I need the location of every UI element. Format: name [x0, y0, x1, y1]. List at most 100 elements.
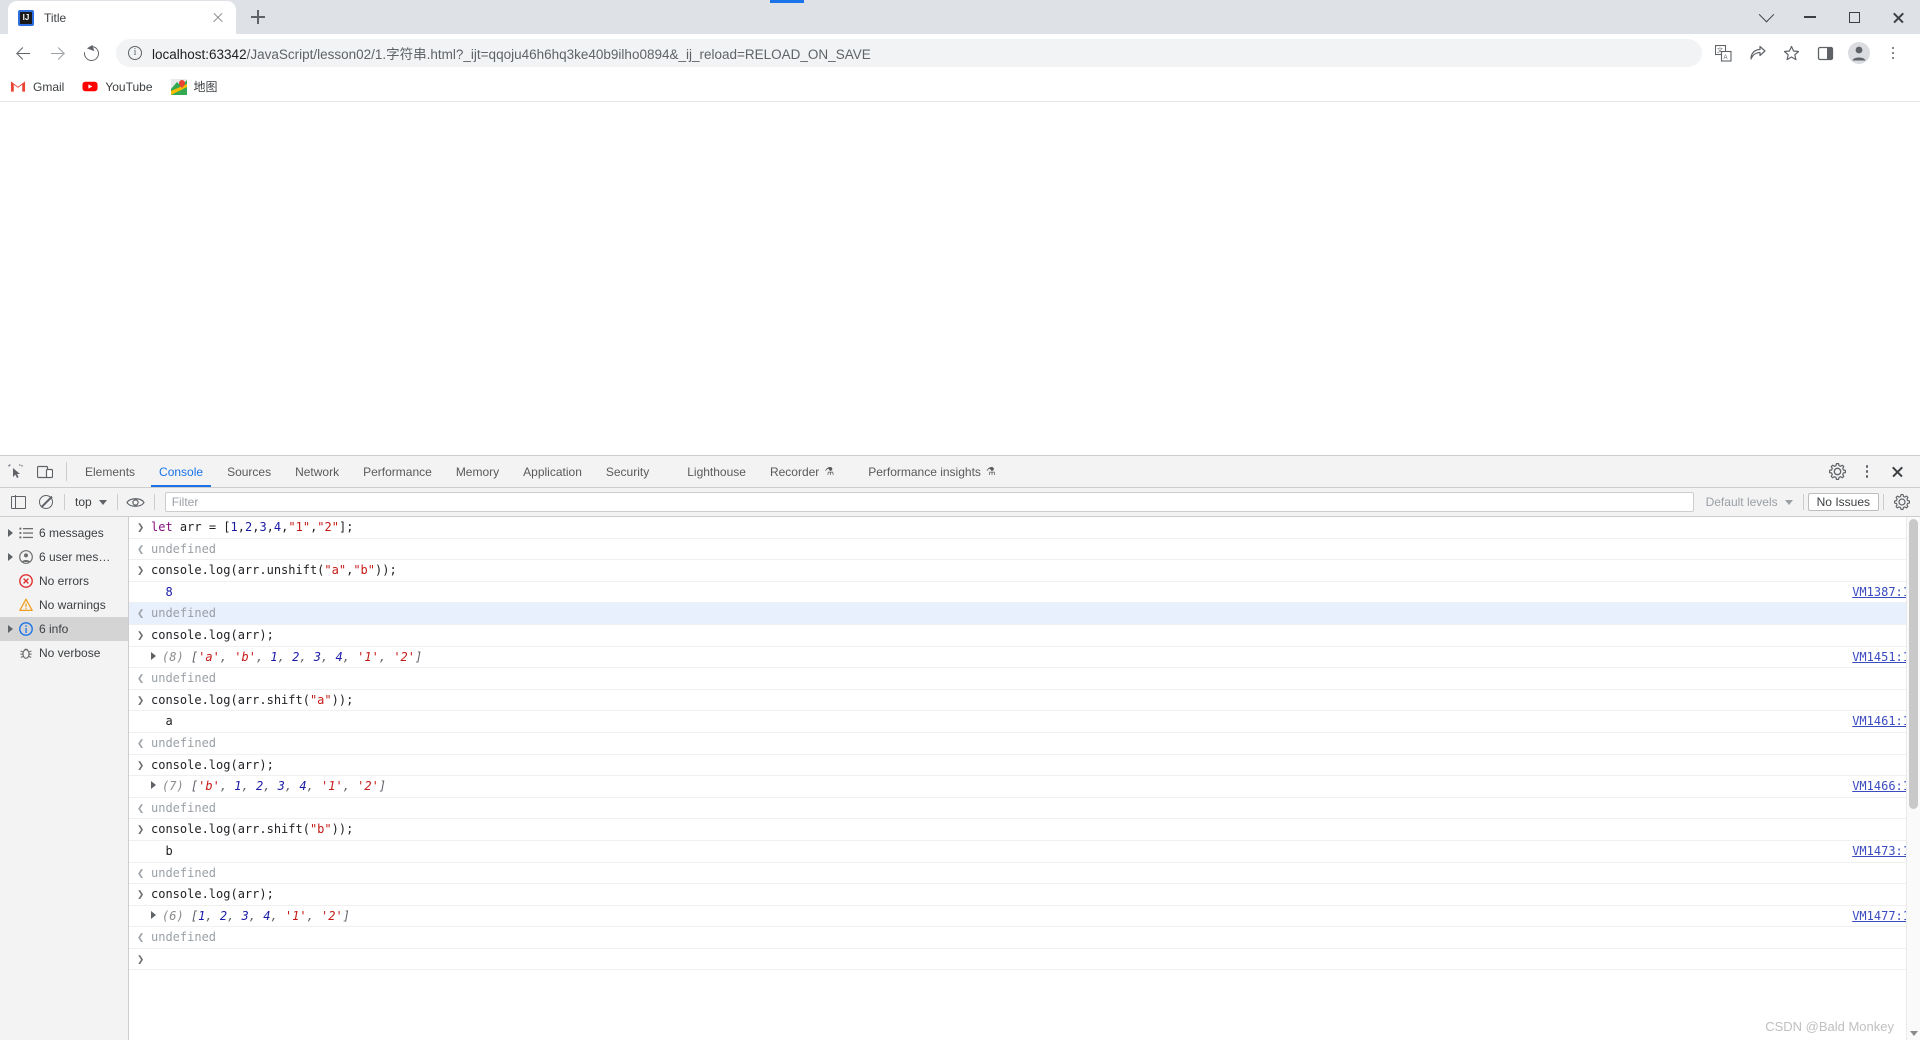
sidebar-item-messages[interactable]: 6 messages [0, 521, 128, 545]
tab-console[interactable]: Console [147, 456, 215, 487]
source-link[interactable]: VM1473:1 [1852, 841, 1910, 862]
inspect-element-icon[interactable] [0, 456, 30, 487]
console-row[interactable]: ❯ console.log(arr.unshift("a","b")); [129, 560, 1920, 582]
console-row[interactable]: a VM1461:1 [129, 711, 1920, 733]
sidebar-item-user-messages[interactable]: 6 user mes… [0, 545, 128, 569]
console-row[interactable]: (7) ['b', 1, 2, 3, 4, '1', '2'] VM1466:1 [129, 776, 1920, 798]
source-link[interactable]: VM1387:1 [1852, 582, 1910, 603]
source-link[interactable]: VM1451:1 [1852, 647, 1910, 668]
issues-button[interactable]: No Issues [1807, 493, 1879, 511]
toolbar-actions: 文A [1708, 38, 1912, 68]
expand-triangle-icon[interactable] [4, 625, 16, 633]
expand-triangle-icon[interactable] [151, 781, 156, 790]
settings-gear-icon[interactable] [1822, 463, 1852, 480]
reload-icon[interactable] [76, 38, 106, 68]
intellij-idea-icon: IJ [18, 9, 34, 26]
expand-triangle-icon[interactable] [151, 910, 156, 919]
site-info-icon[interactable] [128, 46, 142, 60]
chrome-menu-icon[interactable] [1878, 38, 1908, 68]
bookmark-maps[interactable]: 地图 [170, 78, 218, 95]
tab-sources[interactable]: Sources [215, 456, 283, 487]
minimize-icon[interactable] [1788, 1, 1832, 33]
bookmark-gmail[interactable]: Gmail [10, 79, 64, 95]
console-output[interactable]: ❯ let arr = [1,2,3,4,"1","2"]; ❮ undefined ❯… [129, 517, 1920, 1040]
tab-lighthouse[interactable]: Lighthouse [661, 456, 758, 487]
live-expression-icon[interactable] [122, 490, 150, 514]
console-sidebar-toggle-icon[interactable] [4, 490, 32, 514]
console-row[interactable]: ❯ let arr = [1,2,3,4,"1","2"]; [129, 517, 1920, 539]
console-row[interactable]: (6) [1, 2, 3, 4, '1', '2'] VM1477:1 [129, 906, 1920, 928]
execution-context-selector[interactable]: top [69, 495, 113, 509]
source-link[interactable]: VM1477:1 [1852, 906, 1910, 927]
new-tab-button[interactable] [244, 3, 272, 31]
console-row-content: let arr = [1,2,3,4,"1","2"]; [151, 517, 1910, 538]
more-options-icon[interactable] [1852, 464, 1882, 480]
console-row[interactable]: 8 VM1387:1 [129, 582, 1920, 604]
console-row[interactable]: ❮ undefined [129, 539, 1920, 561]
console-row[interactable]: ❯ console.log(arr); [129, 884, 1920, 906]
source-link[interactable]: VM1461:1 [1852, 711, 1910, 732]
tab-performance-insights[interactable]: Performance insights ⚗ [846, 456, 1008, 487]
console-settings-icon[interactable] [1888, 490, 1916, 514]
expand-triangle-icon[interactable] [4, 553, 16, 561]
console-row[interactable]: ❮ undefined [129, 603, 1920, 625]
console-row[interactable]: ❮ undefined [129, 927, 1920, 949]
scroll-down-icon[interactable] [1910, 1031, 1918, 1036]
sidebar-item-errors[interactable]: No errors [0, 569, 128, 593]
close-devtools-icon[interactable] [1882, 465, 1912, 478]
close-window-icon[interactable] [1876, 1, 1920, 33]
array-item: 3 [241, 908, 249, 923]
chevron-down-icon[interactable] [1744, 1, 1788, 33]
maximize-icon[interactable] [1832, 1, 1876, 33]
tab-memory[interactable]: Memory [444, 456, 511, 487]
console-row[interactable]: ❮ undefined [129, 863, 1920, 885]
translate-icon[interactable]: 文A [1708, 38, 1738, 68]
filter-input[interactable]: Filter [164, 492, 1694, 512]
browser-tab[interactable]: IJ Title [8, 1, 236, 34]
tab-elements[interactable]: Elements [73, 456, 147, 487]
clear-console-icon[interactable] [32, 490, 60, 514]
device-toolbar-icon[interactable] [30, 456, 60, 487]
console-row[interactable]: ❮ undefined [129, 668, 1920, 690]
sidebar-item-warnings[interactable]: No warnings [0, 593, 128, 617]
console-row[interactable]: ❯ [129, 949, 1920, 971]
source-link[interactable]: VM1466:1 [1852, 776, 1910, 797]
console-row[interactable]: ❯ console.log(arr.shift("b")); [129, 819, 1920, 841]
console-row-content: b [151, 841, 1840, 862]
side-panel-icon[interactable] [1810, 38, 1840, 68]
tab-performance[interactable]: Performance [351, 456, 444, 487]
profile-avatar-icon[interactable] [1844, 38, 1874, 68]
console-row[interactable]: ❯ console.log(arr); [129, 625, 1920, 647]
back-arrow-icon[interactable] [8, 38, 38, 68]
close-icon[interactable] [210, 10, 226, 26]
scrollbar-thumb[interactable] [1909, 519, 1918, 809]
log-levels-selector[interactable]: Default levels [1700, 495, 1799, 509]
tab-application[interactable]: Application [511, 456, 594, 487]
console-row-content: console.log(arr); [151, 884, 1910, 905]
separator: , [205, 908, 220, 923]
bookmark-star-icon[interactable] [1776, 38, 1806, 68]
console-row[interactable]: ❯ console.log(arr.shift("a")); [129, 690, 1920, 712]
console-row[interactable]: ❮ undefined [129, 733, 1920, 755]
tab-label: Network [295, 464, 340, 479]
console-scrollbar[interactable] [1906, 517, 1920, 1040]
console-row[interactable]: b VM1473:1 [129, 841, 1920, 863]
share-icon[interactable] [1742, 38, 1772, 68]
tab-security[interactable]: Security [594, 456, 661, 487]
chevron-down-icon [98, 499, 107, 505]
expand-triangle-icon[interactable] [151, 651, 156, 660]
console-row[interactable]: (8) ['a', 'b', 1, 2, 3, 4, '1', '2'] VM14… [129, 647, 1920, 669]
sidebar-item-info[interactable]: 6 info [0, 617, 128, 641]
tab-recorder[interactable]: Recorder ⚗ [758, 456, 846, 487]
console-row-content: console.log(arr); [151, 755, 1910, 776]
console-row[interactable]: ❮ undefined [129, 798, 1920, 820]
console-row[interactable]: ❯ console.log(arr); [129, 755, 1920, 777]
forward-arrow-icon[interactable] [42, 38, 72, 68]
devtools-panel: Elements Console Sources Network Perform… [0, 455, 1920, 1040]
expand-triangle-icon[interactable] [4, 529, 16, 537]
separator: , [306, 908, 322, 923]
bookmark-youtube[interactable]: YouTube [82, 79, 153, 95]
tab-network[interactable]: Network [283, 456, 351, 487]
address-bar[interactable]: localhost:63342/JavaScript/lesson02/1.字符… [116, 39, 1702, 67]
sidebar-item-verbose[interactable]: No verbose [0, 641, 128, 665]
